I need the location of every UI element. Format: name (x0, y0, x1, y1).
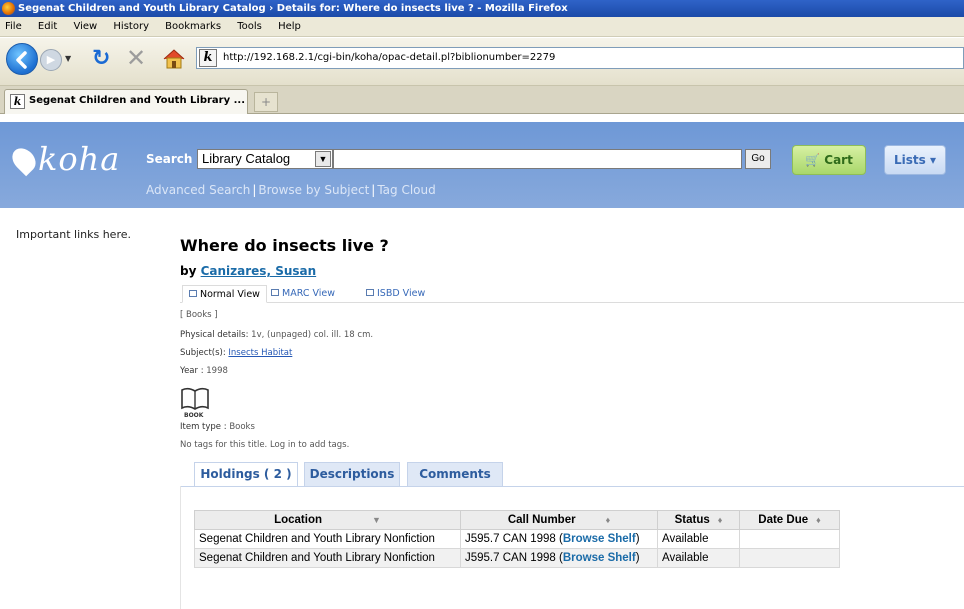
reload-icon[interactable]: ↻ (92, 48, 110, 70)
item-type: Item type : Books (180, 422, 255, 432)
tab-panel-left-border (180, 486, 181, 609)
window-title: Segenat Children and Youth Library Catal… (18, 3, 568, 14)
search-input[interactable] (333, 149, 742, 169)
view-tabs: Normal View MARC View ISBD View (180, 285, 964, 303)
sort-desc-icon: ▼ (372, 515, 381, 525)
menu-bookmarks[interactable]: Bookmarks (165, 17, 221, 37)
window-title-bar: Segenat Children and Youth Library Catal… (0, 0, 964, 17)
chevron-down-icon[interactable]: ▼ (315, 151, 331, 167)
subjects: Subject(s): Insects Habitat (180, 348, 293, 358)
browse-shelf-link[interactable]: Browse Shelf (563, 552, 636, 564)
stop-icon[interactable]: ✕ (126, 46, 146, 70)
tag-cloud-link[interactable]: Tag Cloud (377, 183, 435, 197)
firefox-icon (2, 2, 15, 15)
author-link[interactable]: Canizares, Susan (201, 264, 317, 278)
tab-comments[interactable]: Comments (407, 462, 503, 486)
subject-link[interactable]: Insects Habitat (228, 348, 292, 358)
tab-favicon: k (10, 94, 25, 109)
koha-logo[interactable]: koha (7, 139, 120, 179)
author-byline: by Canizares, Susan (180, 264, 317, 278)
col-status[interactable]: Status ♦ (657, 510, 740, 530)
marc-view-icon (271, 289, 279, 296)
history-dropdown-icon[interactable]: ▼ (65, 54, 71, 63)
table-row: Segenat Children and Youth Library Nonfi… (194, 548, 840, 568)
tab-bar: k Segenat Children and Youth Library ...… (0, 86, 964, 114)
home-icon[interactable] (162, 48, 186, 73)
tab-isbd-view[interactable]: ISBD View (360, 285, 431, 303)
back-button[interactable] (6, 43, 38, 75)
menu-help[interactable]: Help (278, 17, 301, 37)
koha-drop-icon (7, 143, 41, 177)
menu-history[interactable]: History (113, 17, 149, 37)
koha-header: koha Search Library Catalog ▼ Go 🛒 Cart … (0, 122, 964, 208)
go-button[interactable]: Go (745, 149, 771, 169)
forward-button[interactable]: ▶ (40, 49, 62, 71)
sort-icon: ♦ (816, 515, 821, 525)
sort-icon: ♦ (717, 515, 723, 525)
browse-shelf-link[interactable]: Browse Shelf (563, 533, 636, 545)
tab-label: Segenat Children and Youth Library ... (29, 95, 246, 106)
record-type: [ Books ] (180, 310, 218, 320)
back-arrow-icon (16, 51, 27, 69)
site-favicon: k (199, 49, 217, 67)
tab-panel-border (180, 486, 964, 487)
url-text[interactable]: http://192.168.2.1/cgi-bin/koha/opac-det… (223, 48, 555, 68)
menu-file[interactable]: File (5, 17, 22, 37)
lists-button[interactable]: Lists ▾ (884, 145, 946, 175)
cart-icon: 🛒 (805, 153, 821, 167)
record-title: Where do insects live ? (180, 236, 389, 255)
address-bar[interactable]: k http://192.168.2.1/cgi-bin/koha/opac-d… (196, 47, 964, 69)
tab-holdings[interactable]: Holdings ( 2 ) (194, 462, 298, 486)
browser-tab[interactable]: k Segenat Children and Youth Library ... (4, 89, 248, 114)
cell-status: Available (657, 548, 740, 568)
physical-details: Physical details: 1v, (unpaged) col. ill… (180, 330, 374, 340)
cart-button[interactable]: 🛒 Cart (792, 145, 866, 175)
cell-location: Segenat Children and Youth Library Nonfi… (194, 529, 461, 549)
book-icon-caption: BOOK (184, 412, 204, 419)
isbd-view-icon (366, 289, 374, 296)
sort-icon: ♦ (605, 515, 611, 525)
cell-status: Available (657, 529, 740, 549)
tab-descriptions[interactable]: Descriptions (304, 462, 400, 486)
cell-call-number: J595.7 CAN 1998 (Browse Shelf) (460, 548, 658, 568)
header-links: Advanced Search | Browse by Subject | Tag Cl… (146, 183, 436, 197)
table-row: Segenat Children and Youth Library Nonfi… (194, 529, 840, 549)
col-call-number[interactable]: Call Number ♦ (460, 510, 658, 530)
menu-edit[interactable]: Edit (38, 17, 57, 37)
year: Year : 1998 (180, 366, 228, 376)
menu-bar: File Edit View History Bookmarks Tools H… (0, 17, 964, 37)
col-location[interactable]: Location ▼ (194, 510, 461, 530)
tab-normal-view[interactable]: Normal View (182, 285, 267, 303)
normal-view-icon (189, 290, 197, 297)
link-separator: | (252, 183, 257, 197)
new-tab-button[interactable]: + (254, 92, 278, 112)
cell-date-due (739, 529, 840, 549)
menu-view[interactable]: View (73, 17, 97, 37)
menu-tools[interactable]: Tools (237, 17, 262, 37)
browse-by-subject-link[interactable]: Browse by Subject (258, 183, 369, 197)
cell-location: Segenat Children and Youth Library Nonfi… (194, 548, 461, 568)
tab-marc-view[interactable]: MARC View (265, 285, 341, 303)
advanced-search-link[interactable]: Advanced Search (146, 183, 250, 197)
holdings-table: Location ▼ Call Number ♦ Status ♦ Date Due ♦… (194, 510, 840, 568)
link-separator: | (371, 183, 376, 197)
holdings-header-row: Location ▼ Call Number ♦ Status ♦ Date Due ♦ (194, 510, 840, 530)
catalog-select[interactable]: Library Catalog ▼ (197, 149, 333, 169)
navigation-toolbar: ▶ ▼ ↻ ✕ k http://192.168.2.1/cgi-bin/koh… (0, 38, 964, 86)
book-icon (181, 387, 209, 410)
col-date-due[interactable]: Date Due ♦ (739, 510, 840, 530)
cell-call-number: J595.7 CAN 1998 (Browse Shelf) (460, 529, 658, 549)
search-label: Search (146, 152, 193, 166)
cell-date-due (739, 548, 840, 568)
important-links-text: Important links here. (16, 228, 131, 241)
tags-note: No tags for this title. Log in to add ta… (180, 440, 350, 450)
